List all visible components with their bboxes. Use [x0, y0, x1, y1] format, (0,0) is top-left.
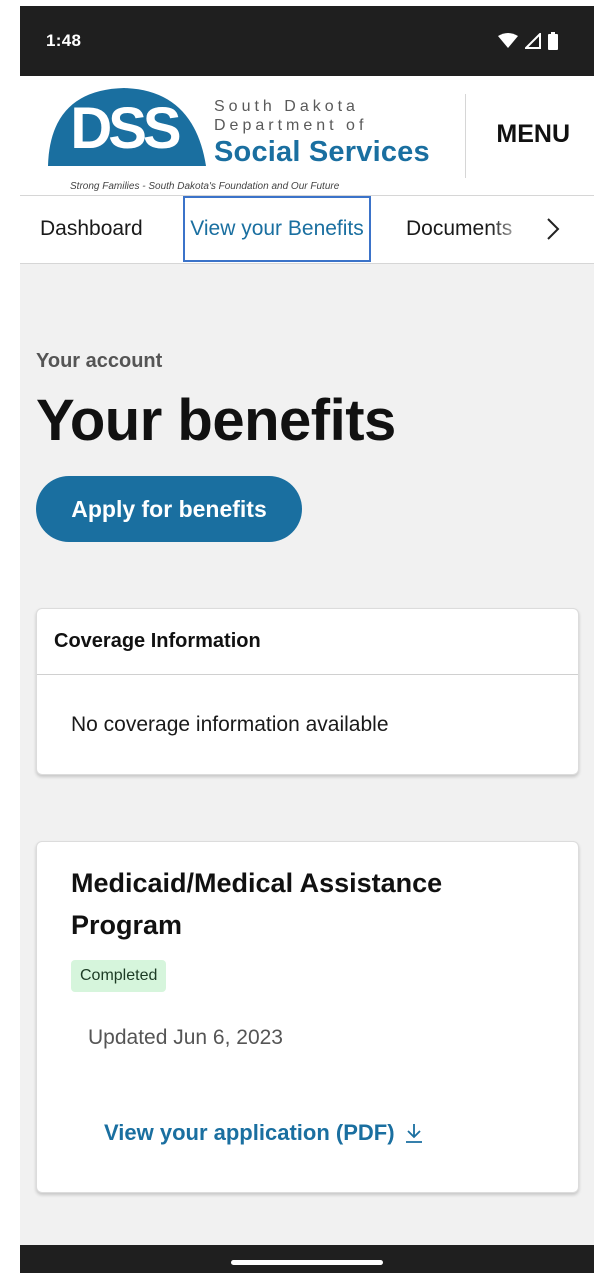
logo-tagline: Strong Families - South Dakota's Foundat… — [70, 181, 340, 192]
status-bar: 1:48 — [20, 6, 594, 76]
download-icon — [405, 1124, 422, 1143]
tab-dashboard[interactable]: Dashboard — [40, 196, 143, 262]
menu-button[interactable]: MENU — [496, 120, 570, 149]
view-application-pdf-link[interactable]: View your application (PDF) — [104, 1120, 423, 1146]
coverage-card: Coverage Information No coverage informa… — [36, 608, 579, 775]
header-divider — [465, 94, 466, 178]
coverage-card-header: Coverage Information — [37, 609, 578, 675]
logo-line-2: Department of — [214, 117, 368, 134]
tab-scroll-next-button[interactable] — [538, 214, 568, 244]
program-title: Medicaid/Medical Assistance Program — [71, 868, 443, 940]
view-application-pdf-label: View your application (PDF) — [104, 1120, 395, 1145]
main-content: Your account Your benefits Apply for ben… — [20, 350, 594, 1193]
logo-letters: DSS — [70, 96, 180, 161]
page-title: Your benefits — [36, 388, 396, 453]
home-gesture-pill[interactable] — [231, 1260, 383, 1265]
logo-line-3: Social Services — [214, 136, 430, 168]
dss-logo[interactable]: DSS South Dakota Department of Social Se… — [44, 86, 444, 196]
program-card: Medicaid/Medical Assistance Program Comp… — [36, 841, 579, 1193]
battery-icon — [548, 32, 558, 50]
status-time: 1:48 — [46, 31, 82, 50]
logo-line-1: South Dakota — [214, 98, 359, 115]
cellular-signal-icon — [525, 33, 541, 49]
device-screen: 1:48 DSS South Dakota Department of Soci… — [20, 6, 594, 1273]
wifi-icon — [498, 33, 518, 48]
chevron-right-icon — [547, 218, 560, 240]
tab-overflow-fade — [490, 196, 530, 262]
system-navigation-bar — [20, 1245, 594, 1273]
tab-bar: Dashboard View your Benefits Documents — [20, 196, 594, 264]
site-header: DSS South Dakota Department of Social Se… — [20, 76, 594, 196]
dss-logo-mark: DSS — [48, 88, 206, 166]
page-kicker: Your account — [36, 350, 163, 372]
status-badge: Completed — [71, 960, 167, 992]
tab-view-your-benefits[interactable]: View your Benefits — [183, 196, 371, 262]
apply-for-benefits-button[interactable]: Apply for benefits — [36, 476, 302, 542]
updated-date: Updated Jun 6, 2023 — [88, 1026, 283, 1049]
status-icons — [498, 32, 558, 50]
coverage-empty-message: No coverage information available — [71, 713, 389, 736]
